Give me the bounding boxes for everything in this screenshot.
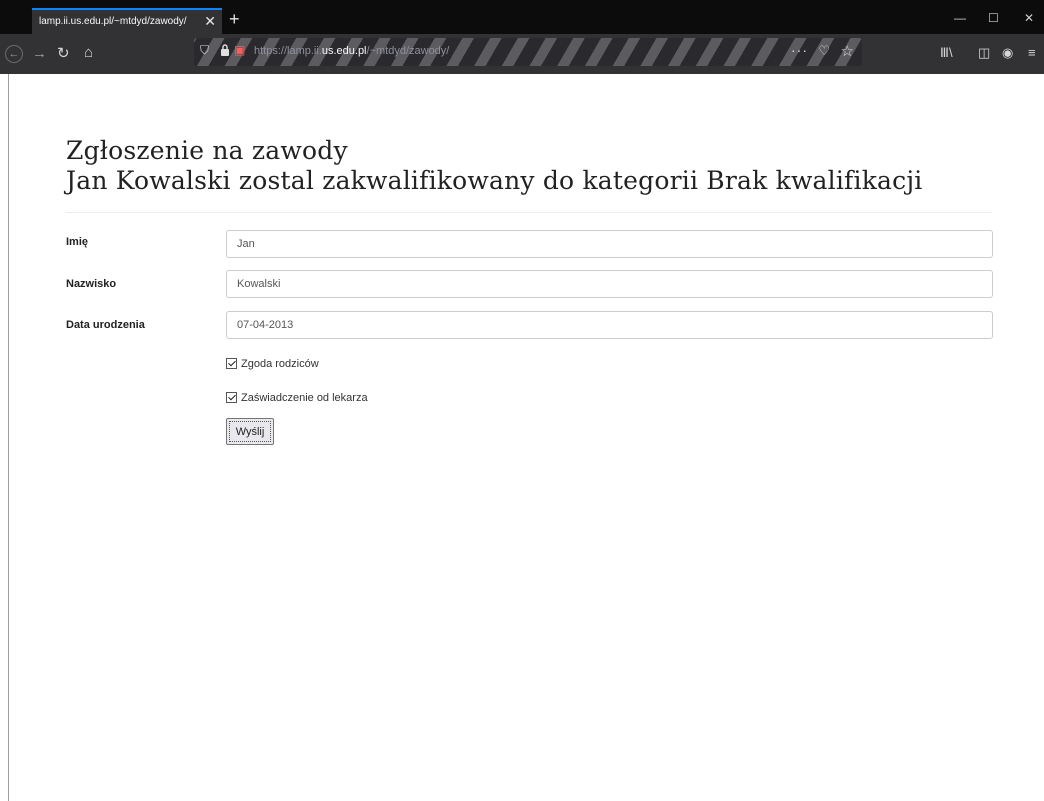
lock-icon[interactable]: [220, 44, 230, 56]
url-suffix: /~mtdyd/zawody/: [366, 45, 450, 57]
parent-consent-checkbox[interactable]: Zgoda rodziców: [226, 358, 319, 370]
url-prefix: https://lamp.ii.: [254, 45, 322, 57]
page-title-line1: Zgłoszenie na zawody: [66, 136, 348, 165]
birthdate-label: Data urodzenia: [66, 319, 145, 331]
minimize-icon[interactable]: —: [954, 10, 966, 26]
submit-button[interactable]: Wyślij: [226, 418, 274, 445]
first-name-field[interactable]: [226, 230, 993, 258]
birthdate-field[interactable]: [226, 311, 993, 339]
last-name-label: Nazwisko: [66, 278, 117, 290]
tab-title: lamp.ii.us.edu.pl/~mtdyd/zawody/: [39, 16, 187, 27]
parent-consent-label: Zgoda rodziców: [241, 358, 319, 370]
url-domain: us.edu.pl: [321, 45, 367, 57]
browser-tab[interactable]: lamp.ii.us.edu.pl/~mtdyd/zawody/ ✕: [32, 8, 222, 34]
page-content: Zgłoszenie na zawody Jan Kowalski zostal…: [0, 74, 1044, 801]
forward-icon[interactable]: →: [32, 44, 47, 64]
permissions-icon[interactable]: ▣: [234, 43, 245, 57]
account-icon[interactable]: ◉: [1002, 45, 1013, 61]
content-edge: [8, 74, 9, 801]
page-title: Zgłoszenie na zawody Jan Kowalski zostal…: [66, 136, 923, 196]
page-actions-icon[interactable]: ···: [791, 42, 808, 58]
menu-icon[interactable]: ≡: [1028, 45, 1036, 61]
library-icon[interactable]: Ⅲ\: [940, 45, 953, 61]
back-icon[interactable]: ←: [5, 45, 23, 63]
pocket-icon[interactable]: ♡: [818, 43, 830, 59]
last-name-field[interactable]: [226, 270, 993, 298]
doctor-certificate-checkbox[interactable]: Zaświadczenie od lekarza: [226, 392, 368, 404]
close-tab-icon[interactable]: ✕: [204, 10, 216, 32]
home-icon[interactable]: ⌂: [84, 43, 93, 63]
bookmark-star-icon[interactable]: ☆: [841, 42, 854, 60]
sidebar-icon[interactable]: ◫: [978, 45, 990, 61]
reload-icon[interactable]: ↻: [57, 44, 70, 64]
checkbox-checked-icon[interactable]: [226, 392, 237, 403]
url-text: https://lamp.ii.us.edu.pl/~mtdyd/zawody/: [254, 45, 449, 57]
window-close-icon[interactable]: ✕: [1024, 10, 1034, 26]
checkbox-checked-icon[interactable]: [226, 358, 237, 369]
maximize-icon[interactable]: ☐: [988, 10, 999, 26]
first-name-label: Imię: [66, 236, 89, 248]
divider: [66, 212, 992, 213]
new-tab-icon[interactable]: +: [229, 8, 240, 30]
tracking-shield-icon[interactable]: ⛉: [200, 43, 209, 58]
tab-bar: lamp.ii.us.edu.pl/~mtdyd/zawody/ ✕ + — ☐…: [0, 0, 1044, 34]
page-title-line2: Jan Kowalski zostal zakwalifikowany do k…: [66, 166, 923, 195]
address-bar[interactable]: ⛉ ▣ https://lamp.ii.us.edu.pl/~mtdyd/zaw…: [194, 38, 862, 66]
doctor-certificate-label: Zaświadczenie od lekarza: [241, 392, 368, 404]
